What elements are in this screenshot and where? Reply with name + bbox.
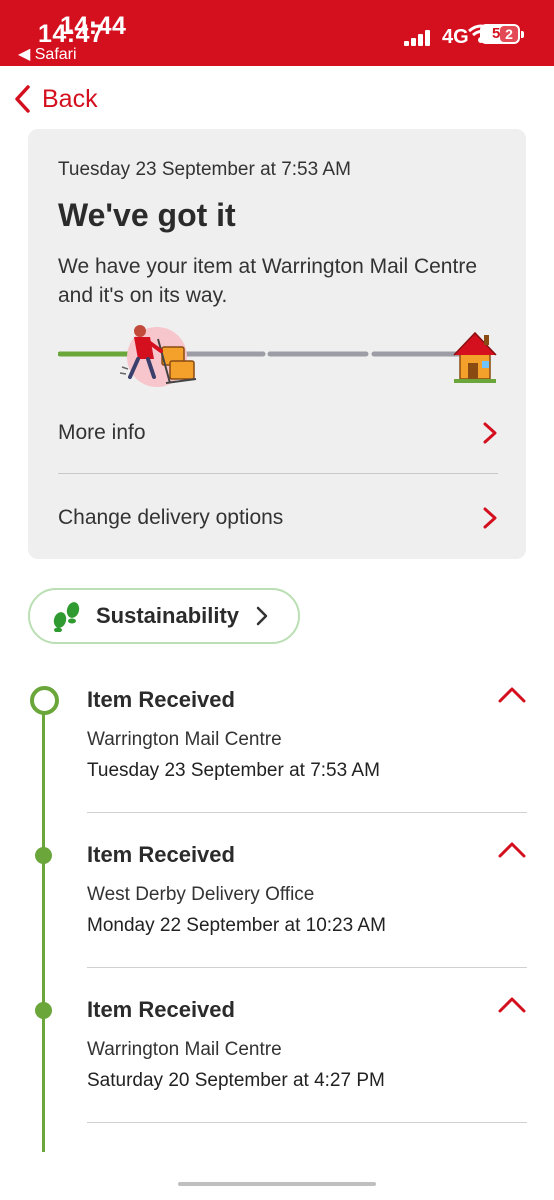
chevron-right-icon: [256, 606, 268, 626]
event-title: Item Received: [87, 687, 235, 712]
event-datetime: Saturday 20 September at 4:27 PM: [87, 1070, 385, 1091]
event-title: Item Received: [87, 842, 235, 867]
postman-trolley-icon: [119, 325, 197, 387]
tracking-event: Item Received Warrington Mail Centre Sat…: [87, 997, 527, 1092]
signal-icon: [404, 30, 434, 46]
chevron-up-icon[interactable]: [497, 840, 527, 860]
event-divider: [87, 967, 527, 968]
event-datetime: Tuesday 23 September at 7:53 AM: [87, 760, 380, 781]
more-info-row[interactable]: More info: [58, 403, 498, 463]
sustainability-label: Sustainability: [96, 603, 240, 628]
event-divider: [87, 812, 527, 813]
chevron-right-icon: [483, 422, 497, 444]
more-info-label: More info: [58, 421, 146, 444]
tracking-card: Tuesday 23 September at 7:53 AM We've go…: [28, 129, 526, 559]
status-title: We've got it: [58, 197, 236, 233]
status-description: We have your item at Warrington Mail Cen…: [58, 255, 477, 307]
network-type: 4G: [442, 26, 469, 48]
timeline-current-marker: [30, 686, 59, 715]
house-icon: [453, 331, 497, 383]
tracking-event: Item Received Warrington Mail Centre Tue…: [87, 687, 527, 782]
timeline-marker: [35, 847, 52, 864]
change-delivery-options-label: Change delivery options: [58, 506, 284, 529]
chevron-up-icon[interactable]: [497, 685, 527, 705]
change-delivery-options-row[interactable]: Change delivery options: [58, 488, 498, 548]
event-title: Item Received: [87, 997, 235, 1022]
battery-icon: 5 2: [480, 24, 528, 46]
status-date: Tuesday 23 September at 7:53 AM: [58, 159, 351, 180]
event-divider: [87, 1122, 527, 1123]
home-indicator: [178, 1182, 376, 1186]
back-label: Back: [42, 84, 98, 113]
timeline-line: [42, 712, 45, 1152]
back-button[interactable]: Back: [12, 82, 98, 116]
card-divider: [58, 473, 498, 474]
footprints-icon: [53, 602, 80, 632]
event-datetime: Monday 22 September at 10:23 AM: [87, 915, 386, 936]
chevron-right-icon: [483, 507, 497, 529]
event-location: Warrington Mail Centre: [87, 729, 282, 750]
delivery-progress-bar: [58, 325, 497, 387]
chevron-left-icon: [15, 85, 30, 113]
sustainability-button[interactable]: Sustainability: [28, 588, 300, 644]
chevron-up-icon[interactable]: [497, 995, 527, 1015]
tracking-event: Item Received West Derby Delivery Office…: [87, 842, 527, 937]
battery-badge: 2: [500, 26, 518, 42]
event-location: West Derby Delivery Office: [87, 884, 315, 905]
status-bar: 14:44 14:47 ◀ Safari 4G 5 2: [0, 0, 554, 66]
timeline-marker: [35, 1002, 52, 1019]
back-to-safari-link[interactable]: ◀ Safari: [18, 44, 77, 64]
event-location: Warrington Mail Centre: [87, 1039, 282, 1060]
